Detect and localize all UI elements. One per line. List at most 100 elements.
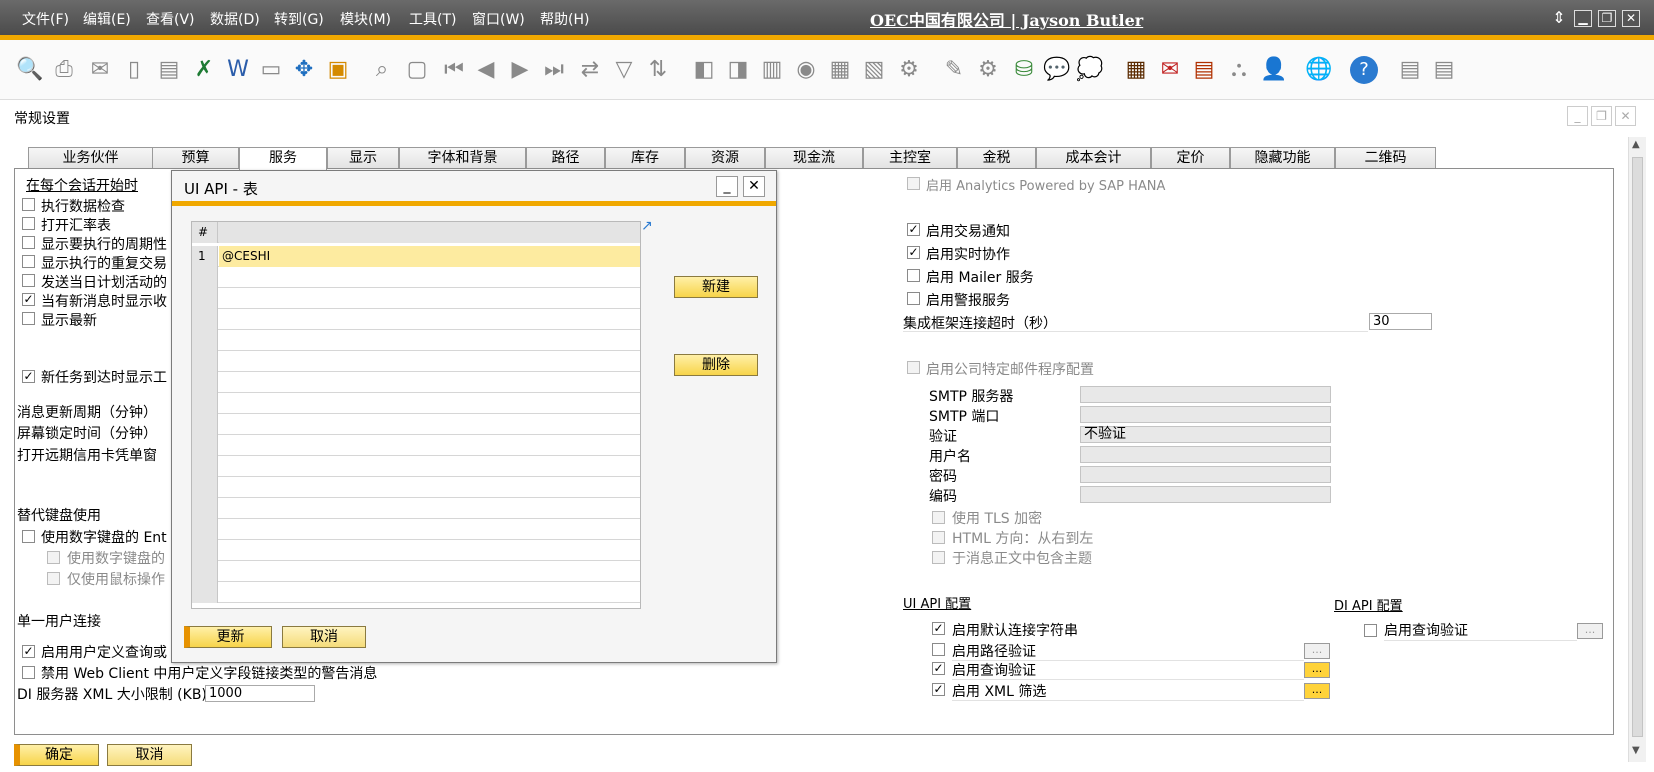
pdf-icon[interactable]: ▭ [257, 56, 285, 84]
tls-checkbox[interactable] [932, 511, 945, 524]
message-icon[interactable]: 💬 [1043, 56, 1071, 84]
window-close-button[interactable]: ✕ [1615, 106, 1636, 126]
table-row[interactable] [192, 351, 640, 372]
ui-path-verify-checkbox[interactable] [932, 643, 945, 656]
first-record-icon[interactable]: ⏮ [440, 56, 468, 84]
sms-icon[interactable]: ▯ [120, 56, 148, 84]
username-input[interactable] [1080, 446, 1331, 463]
help-icon[interactable]: ? [1350, 56, 1378, 84]
close-app-button[interactable]: ✕ [1622, 10, 1640, 27]
ui-query-verify-button[interactable]: ... [1304, 662, 1330, 678]
minimize-app-button[interactable]: ▁ [1574, 10, 1592, 27]
window-list-icon[interactable]: ▤ [1396, 56, 1424, 84]
add-icon[interactable]: ▢ [403, 56, 431, 84]
di-query-verify-button[interactable]: ... [1577, 623, 1603, 639]
check-data-checkbox[interactable] [22, 198, 35, 211]
encoding-input[interactable] [1080, 486, 1331, 503]
base-document-icon[interactable]: ◧ [690, 56, 718, 84]
use-numpad-sub-checkbox[interactable] [47, 551, 60, 564]
dialog-minimize-button[interactable]: _ [716, 176, 738, 197]
send-activities-checkbox[interactable] [22, 274, 35, 287]
open-exchange-rate-checkbox[interactable] [22, 217, 35, 230]
delete-button[interactable]: 删除 [674, 354, 758, 376]
database-icon[interactable]: ⛁ [1010, 56, 1038, 84]
tab-display[interactable]: 显示 [327, 147, 399, 169]
calculator-icon[interactable]: ▤ [1190, 56, 1218, 84]
company-mail-checkbox[interactable] [907, 361, 920, 374]
cancel-button[interactable]: 取消 [107, 744, 192, 766]
menu-modules[interactable]: 模块(M) [340, 9, 391, 29]
table-row[interactable] [192, 456, 640, 477]
previous-record-icon[interactable]: ◀ [472, 56, 500, 84]
table-row[interactable] [192, 561, 640, 582]
realtime-checkbox[interactable]: ✓ [907, 246, 920, 259]
tab-golden-tax[interactable]: 金税 [957, 147, 1036, 169]
table-row[interactable] [192, 288, 640, 309]
chat-icon[interactable]: 💭 [1076, 56, 1104, 84]
menu-view[interactable]: 查看(V) [146, 9, 195, 29]
dialog-close-button[interactable]: ✕ [743, 176, 765, 197]
vertical-scrollbar[interactable]: ▲ ▼ [1628, 137, 1646, 762]
menu-file[interactable]: 文件(F) [22, 9, 69, 29]
disable-webclient-checkbox[interactable] [22, 666, 35, 679]
html-direction-checkbox[interactable] [932, 531, 945, 544]
menu-goto[interactable]: 转到(G) [274, 9, 324, 29]
tab-hidden-functions[interactable]: 隐藏功能 [1230, 147, 1335, 169]
ui-query-verify-checkbox[interactable]: ✓ [932, 662, 945, 675]
table-row[interactable] [192, 267, 640, 288]
next-record-icon[interactable]: ▶ [506, 56, 534, 84]
preview-icon[interactable]: 🔍 [16, 56, 44, 84]
menu-data[interactable]: 数据(D) [210, 9, 260, 29]
window-restore-button[interactable]: ❐ [1591, 106, 1612, 126]
org-chart-icon[interactable]: ⛬ [1225, 56, 1253, 84]
tab-business-partner[interactable]: 业务伙伴 [28, 147, 153, 169]
ui-xml-filter-button[interactable]: ... [1304, 683, 1330, 699]
word-icon[interactable]: W [224, 56, 252, 84]
ok-button[interactable]: 确定 [14, 744, 99, 766]
refresh-icon[interactable]: ⇄ [576, 56, 604, 84]
use-numpad-checkbox[interactable] [22, 530, 35, 543]
analytics-checkbox[interactable] [907, 177, 920, 190]
ui-path-verify-button[interactable]: ... [1304, 643, 1330, 659]
resize-icon[interactable]: ⇕ [1550, 10, 1568, 27]
calendar-icon[interactable]: ▦ [1122, 56, 1150, 84]
new-task-checkbox[interactable]: ✓ [22, 370, 35, 383]
target-document-icon[interactable]: ◨ [724, 56, 752, 84]
tab-inventory[interactable]: 库存 [605, 147, 685, 169]
table-row[interactable] [192, 519, 640, 540]
table-row[interactable] [192, 582, 640, 603]
web-icon[interactable]: 🌐 [1305, 56, 1333, 84]
tab-cash-flow[interactable]: 现金流 [765, 147, 863, 169]
mouse-only-checkbox[interactable] [47, 572, 60, 585]
lock-form-icon[interactable]: ▣ [324, 56, 352, 84]
table-row[interactable] [192, 477, 640, 498]
tab-budget[interactable]: 预算 [152, 147, 239, 169]
table-row[interactable] [192, 393, 640, 414]
tab-pricing[interactable]: 定价 [1151, 147, 1230, 169]
excel-icon[interactable]: ✗ [190, 56, 218, 84]
tab-font-background[interactable]: 字体和背景 [399, 147, 526, 169]
journal-icon[interactable]: ▥ [758, 56, 786, 84]
tab-resources[interactable]: 资源 [685, 147, 765, 169]
edit-icon[interactable]: ✎ [940, 56, 968, 84]
email-icon[interactable]: ✉ [86, 56, 114, 84]
menu-edit[interactable]: 编辑(E) [83, 9, 131, 29]
show-latest-checkbox[interactable] [22, 312, 35, 325]
timeout-input[interactable]: 30 [1369, 313, 1432, 330]
tab-path[interactable]: 路径 [526, 147, 605, 169]
ui-default-conn-checkbox[interactable]: ✓ [932, 622, 945, 635]
payment-icon[interactable]: ◉ [792, 56, 820, 84]
dialog-cancel-button[interactable]: 取消 [282, 626, 366, 648]
show-recurring-executed-checkbox[interactable] [22, 255, 35, 268]
table-row[interactable] [192, 309, 640, 330]
form-settings-icon[interactable]: ⚙ [974, 56, 1002, 84]
scroll-thumb[interactable] [1632, 157, 1643, 737]
txn-notify-checkbox[interactable]: ✓ [907, 223, 920, 236]
di-query-verify-checkbox[interactable] [1364, 624, 1377, 637]
last-record-icon[interactable]: ⏭ [540, 56, 568, 84]
gross-profit-icon[interactable]: ▦ [826, 56, 854, 84]
alert-checkbox[interactable] [907, 292, 920, 305]
table-row[interactable] [192, 414, 640, 435]
new-button[interactable]: 新建 [674, 276, 758, 298]
table-row[interactable] [192, 372, 640, 393]
